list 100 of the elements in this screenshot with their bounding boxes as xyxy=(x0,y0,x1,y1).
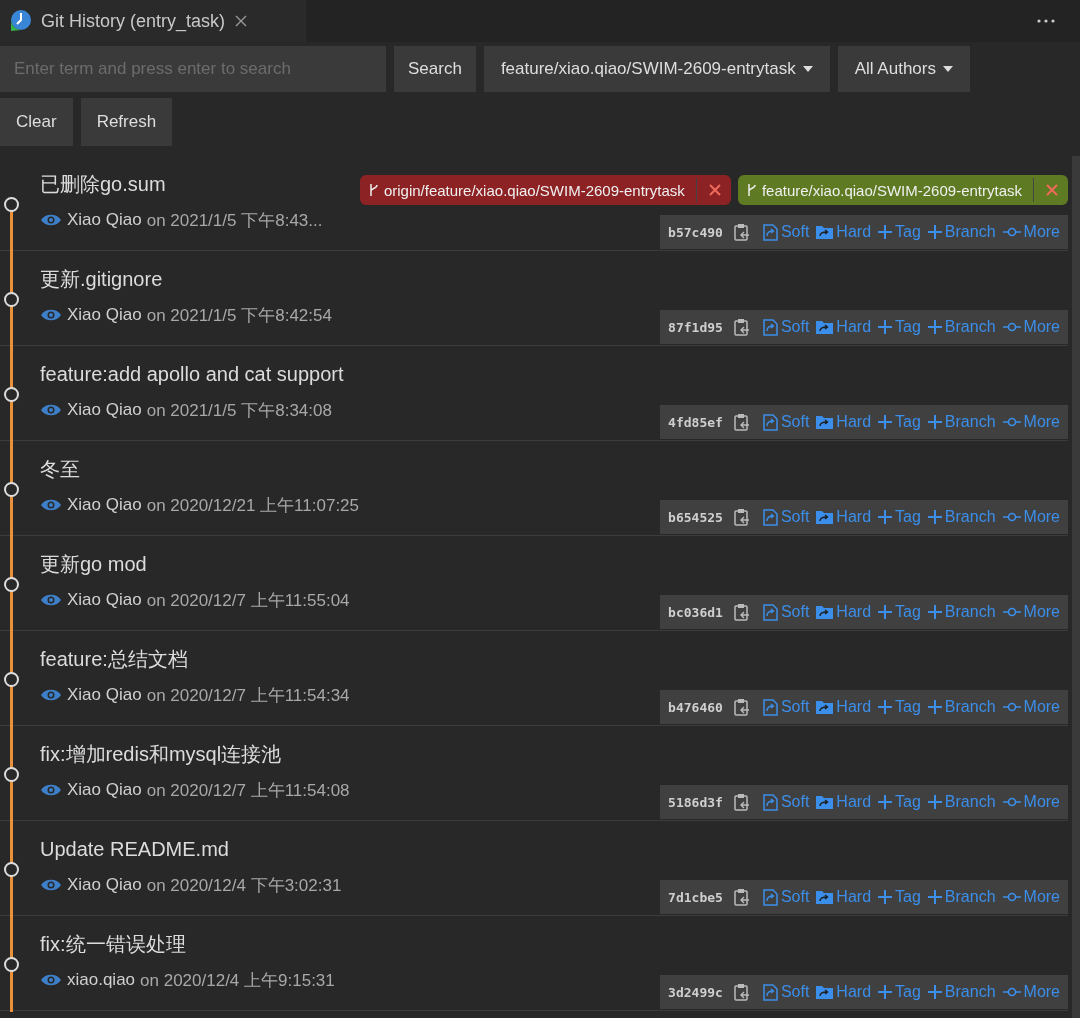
tag-action-link[interactable]: Tag xyxy=(878,603,921,621)
eye-icon[interactable] xyxy=(40,688,62,702)
branch-action-link[interactable]: Branch xyxy=(927,318,996,336)
soft-action-link[interactable]: Soft xyxy=(762,223,810,241)
commit-icon xyxy=(1002,797,1021,807)
plus-icon xyxy=(927,795,942,809)
more-action-link[interactable]: More xyxy=(1002,508,1060,526)
more-action-link[interactable]: More xyxy=(1002,318,1060,336)
eye-icon[interactable] xyxy=(40,783,62,797)
tag-action-link[interactable]: Tag xyxy=(878,318,921,336)
branch-action-link[interactable]: Branch xyxy=(927,793,996,811)
clipboard-icon[interactable] xyxy=(733,983,750,1001)
clipboard-icon[interactable] xyxy=(733,508,750,526)
commit-date: on 2020/12/7 上午11:54:08 xyxy=(146,779,350,802)
clipboard-icon[interactable] xyxy=(733,223,750,241)
branch-tag[interactable]: origin/feature/xiao.qiao/SWIM-2609-entrytask xyxy=(359,175,731,205)
more-action-link[interactable]: More xyxy=(1002,793,1060,811)
soft-action-link[interactable]: Soft xyxy=(762,793,810,811)
commit-date: on 2020/12/7 上午11:55:04 xyxy=(146,589,350,612)
branch-action-link[interactable]: Branch xyxy=(927,888,996,906)
branch-action-link[interactable]: Branch xyxy=(927,698,996,716)
hard-action-link[interactable]: Hard xyxy=(816,413,872,431)
hard-action-link[interactable]: Hard xyxy=(816,888,872,906)
plus-icon xyxy=(878,225,893,239)
more-actions-icon[interactable] xyxy=(1036,18,1056,24)
eye-icon[interactable] xyxy=(40,973,62,987)
more-action-link[interactable]: More xyxy=(1002,223,1060,241)
commit-hash: b57c490 xyxy=(668,224,723,240)
tag-action-link[interactable]: Tag xyxy=(878,223,921,241)
branch-dropdown[interactable]: feature/xiao.qiao/SWIM-2609-entrytask xyxy=(483,46,830,92)
editor-tab[interactable]: Git History (entry_task) xyxy=(0,0,306,42)
plus-icon xyxy=(927,605,942,619)
hard-action-link[interactable]: Hard xyxy=(816,698,872,716)
tag-action-link[interactable]: Tag xyxy=(878,698,921,716)
branch-action-link[interactable]: Branch xyxy=(927,508,996,526)
clipboard-icon[interactable] xyxy=(733,318,750,336)
more-action-link[interactable]: More xyxy=(1002,413,1060,431)
commit-icon xyxy=(1002,607,1021,617)
eye-icon[interactable] xyxy=(40,593,62,607)
more-action-link[interactable]: More xyxy=(1002,983,1060,1001)
branch-action-link[interactable]: Branch xyxy=(927,223,996,241)
tag-action-link[interactable]: Tag xyxy=(878,888,921,906)
refresh-button[interactable]: Refresh xyxy=(80,98,173,146)
clipboard-icon[interactable] xyxy=(733,413,750,431)
soft-action-link[interactable]: Soft xyxy=(762,413,810,431)
commit-node xyxy=(4,767,19,782)
branch-action-link[interactable]: Branch xyxy=(927,603,996,621)
search-button[interactable]: Search xyxy=(394,46,476,92)
eye-icon[interactable] xyxy=(40,213,62,227)
commit-icon xyxy=(1002,322,1021,332)
soft-action-link[interactable]: Soft xyxy=(762,603,810,621)
folder-arrow-icon xyxy=(816,225,834,239)
author-dropdown[interactable]: All Authors xyxy=(837,46,970,92)
hard-action-link[interactable]: Hard xyxy=(816,223,872,241)
commit-icon xyxy=(1002,227,1021,237)
eye-icon[interactable] xyxy=(40,308,62,322)
clear-button[interactable]: Clear xyxy=(0,98,73,146)
soft-action-link[interactable]: Soft xyxy=(762,983,810,1001)
more-action-link[interactable]: More xyxy=(1002,603,1060,621)
branch-icon xyxy=(746,183,757,197)
clipboard-icon[interactable] xyxy=(733,603,750,621)
more-action-link[interactable]: More xyxy=(1002,888,1060,906)
plus-icon xyxy=(878,700,893,714)
branch-action-link[interactable]: Branch xyxy=(927,983,996,1001)
commit-author: Xiao Qiao xyxy=(67,590,142,610)
hard-action-link[interactable]: Hard xyxy=(816,508,872,526)
eye-icon[interactable] xyxy=(40,403,62,417)
soft-action-link[interactable]: Soft xyxy=(762,888,810,906)
eye-icon[interactable] xyxy=(40,878,62,892)
commit-hash: 87f1d95 xyxy=(668,319,723,335)
commit-message: 更新.gitignore xyxy=(40,266,163,292)
more-action-link[interactable]: More xyxy=(1002,698,1060,716)
tag-action-link[interactable]: Tag xyxy=(878,793,921,811)
hard-action-link[interactable]: Hard xyxy=(816,793,872,811)
hard-action-link[interactable]: Hard xyxy=(816,983,872,1001)
commit-hash: 3d2499c xyxy=(668,984,723,1000)
hard-action-link[interactable]: Hard xyxy=(816,318,872,336)
soft-action-link[interactable]: Soft xyxy=(762,318,810,336)
eye-icon[interactable] xyxy=(40,498,62,512)
commit-hash: 4fd85ef xyxy=(668,414,723,430)
tag-action-link[interactable]: Tag xyxy=(878,983,921,1001)
clipboard-icon[interactable] xyxy=(733,888,750,906)
clipboard-icon[interactable] xyxy=(733,698,750,716)
commit-node xyxy=(4,292,19,307)
commit-author: Xiao Qiao xyxy=(67,685,142,705)
tag-action-link[interactable]: Tag xyxy=(878,413,921,431)
plus-icon xyxy=(878,890,893,904)
hard-action-link[interactable]: Hard xyxy=(816,603,872,621)
folder-arrow-icon xyxy=(816,795,834,809)
branch-tag[interactable]: feature/xiao.qiao/SWIM-2609-entrytask xyxy=(737,175,1068,205)
file-arrow-icon xyxy=(762,698,778,716)
close-icon[interactable] xyxy=(707,183,722,197)
soft-action-link[interactable]: Soft xyxy=(762,508,810,526)
commit-hash: 7d1cbe5 xyxy=(668,889,723,905)
tag-action-link[interactable]: Tag xyxy=(878,508,921,526)
soft-action-link[interactable]: Soft xyxy=(762,698,810,716)
close-icon[interactable] xyxy=(234,14,249,28)
commit-hash: b476460 xyxy=(668,699,723,715)
branch-action-link[interactable]: Branch xyxy=(927,413,996,431)
clipboard-icon[interactable] xyxy=(733,793,750,811)
